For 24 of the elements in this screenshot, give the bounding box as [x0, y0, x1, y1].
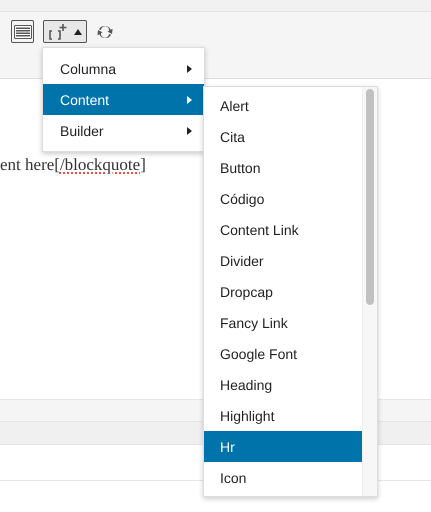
menu-item[interactable]: Alert	[204, 90, 362, 121]
menu-item[interactable]: Cita	[204, 121, 362, 152]
keyboard-icon	[14, 24, 32, 38]
menu-item[interactable]: Content	[43, 84, 204, 115]
menu-item[interactable]: Divider	[204, 245, 362, 276]
menu-item[interactable]: Google Font	[204, 338, 362, 369]
scrollbar[interactable]	[362, 87, 377, 496]
bracket-plus-icon	[48, 22, 68, 40]
menu-item[interactable]: Icon	[204, 462, 362, 493]
menu-item[interactable]: Content Link	[204, 214, 362, 245]
menu-item[interactable]: Dropcap	[204, 276, 362, 307]
editor-text: ent here[/blockquote]	[0, 155, 146, 175]
refresh-icon[interactable]	[96, 24, 114, 40]
shortcode-button[interactable]	[43, 20, 87, 43]
menu-item[interactable]: Columna	[43, 53, 204, 84]
menu-item[interactable]: Fancy Link	[204, 307, 362, 338]
menu-item[interactable]: Hr	[204, 431, 362, 462]
menu-item[interactable]: Código	[204, 183, 362, 214]
menu-item[interactable]: Builder	[43, 115, 204, 146]
menu-item[interactable]: Heading	[204, 369, 362, 400]
caret-icon	[74, 28, 82, 34]
menu-item[interactable]: Button	[204, 152, 362, 183]
menu-item[interactable]: Highlight	[204, 400, 362, 431]
keyboard-button[interactable]	[11, 20, 34, 43]
